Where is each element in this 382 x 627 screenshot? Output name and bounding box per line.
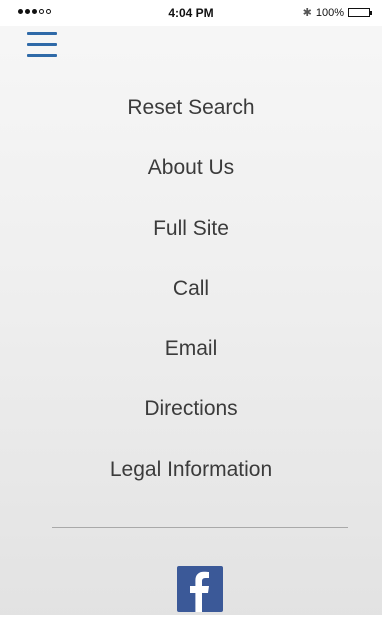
divider [52,527,348,528]
app-screen: 4:04 PM ✱ 100% Reset Search About Us Ful… [0,0,382,627]
status-bar: 4:04 PM ✱ 100% [0,0,382,26]
bluetooth-icon: ✱ [302,7,312,19]
battery-icon [348,8,372,17]
facebook-icon[interactable] [177,566,223,612]
menu-item-full-site[interactable]: Full Site [0,199,382,259]
menu-item-call[interactable]: Call [0,259,382,319]
menu-item-email[interactable]: Email [0,319,382,379]
battery-percent: 100% [315,6,344,19]
menu-item-reset-search[interactable]: Reset Search [0,78,382,138]
bottom-edge [0,615,382,627]
menu-item-about-us[interactable]: About Us [0,138,382,198]
menu-item-legal-information[interactable]: Legal Information [0,440,382,500]
status-right: ✱ 100% [302,6,372,19]
hamburger-icon[interactable] [27,30,57,62]
nav-menu: Reset Search About Us Full Site Call Ema… [0,78,382,500]
menu-item-directions[interactable]: Directions [0,379,382,439]
